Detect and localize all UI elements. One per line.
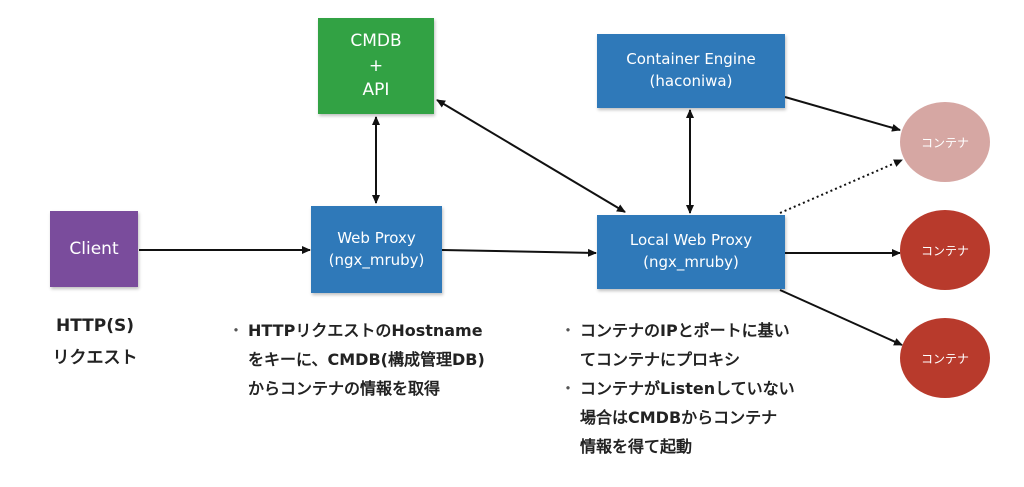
local-web-proxy-node: Local Web Proxy (ngx_mruby)	[597, 215, 785, 289]
container-node-faded: コンテナ	[900, 102, 990, 182]
arrow-engine-container1	[784, 96, 901, 132]
bullet: ・	[228, 321, 245, 340]
bullet: ・	[560, 379, 577, 398]
local-proxy-note: ・コンテナのIPとポートに基い てコンテナにプロキシ ・コンテナがListenし…	[560, 316, 795, 461]
web-proxy-note: ・ HTTPリクエストのHostname をキーに、CMDB(構成管理DB) から…	[228, 316, 485, 403]
container-label: コンテナ	[920, 135, 969, 150]
web-proxy-node: Web Proxy (ngx_mruby)	[311, 206, 442, 293]
container-engine-subtitle: (haconiwa)	[649, 72, 733, 90]
client-note-line: リクエスト	[52, 348, 138, 368]
arrow-localproxy-container1-dotted	[779, 159, 903, 214]
note-text: HTTPリクエストのHostname	[248, 321, 483, 340]
client-node: Client	[50, 211, 138, 287]
arrow-cmdb-localproxy	[436, 99, 626, 213]
cmdb-plus: +	[368, 55, 384, 76]
client-note-line: HTTP(S)	[55, 316, 135, 336]
client-label: Client	[69, 238, 119, 259]
note-text: コンテナのIPとポートに基い	[580, 321, 790, 340]
local-web-proxy-subtitle: (ngx_mruby)	[643, 253, 739, 271]
container-engine-title: Container Engine	[626, 50, 756, 69]
container-node: コンテナ	[900, 318, 990, 398]
note-line: ・コンテナがListenしていない	[560, 374, 795, 403]
note-text: からコンテナの情報を取得	[248, 379, 441, 398]
container-label: コンテナ	[920, 243, 969, 258]
note-text: 場合はCMDBからコンテナ	[580, 408, 778, 427]
container-label: コンテナ	[920, 351, 969, 366]
note-line: ・ HTTPリクエストのHostname	[228, 316, 485, 345]
note-text: をキーに、CMDB(構成管理DB)	[248, 350, 485, 369]
arrow-webproxy-localproxy	[441, 248, 597, 257]
container-node: コンテナ	[900, 210, 990, 290]
note-line: ・コンテナのIPとポートに基い	[560, 316, 795, 345]
arrow-localproxy-container3	[779, 289, 903, 346]
note-text: てコンテナにプロキシ	[580, 350, 741, 369]
client-note: HTTP(S) リクエスト	[40, 310, 150, 374]
note-text: 情報を得て起動	[580, 437, 693, 456]
api-label: API	[362, 80, 390, 101]
web-proxy-title: Web Proxy	[337, 228, 416, 247]
container-engine-node: Container Engine (haconiwa)	[597, 34, 785, 108]
local-web-proxy-title: Local Web Proxy	[629, 231, 753, 250]
cmdb-api-node: CMDB + API	[318, 18, 434, 114]
bullet: ・	[560, 321, 577, 340]
note-text: コンテナがListenしていない	[580, 379, 795, 398]
connector-layer	[139, 96, 903, 346]
web-proxy-subtitle: (ngx_mruby)	[328, 250, 425, 269]
cmdb-label: CMDB	[350, 31, 402, 52]
